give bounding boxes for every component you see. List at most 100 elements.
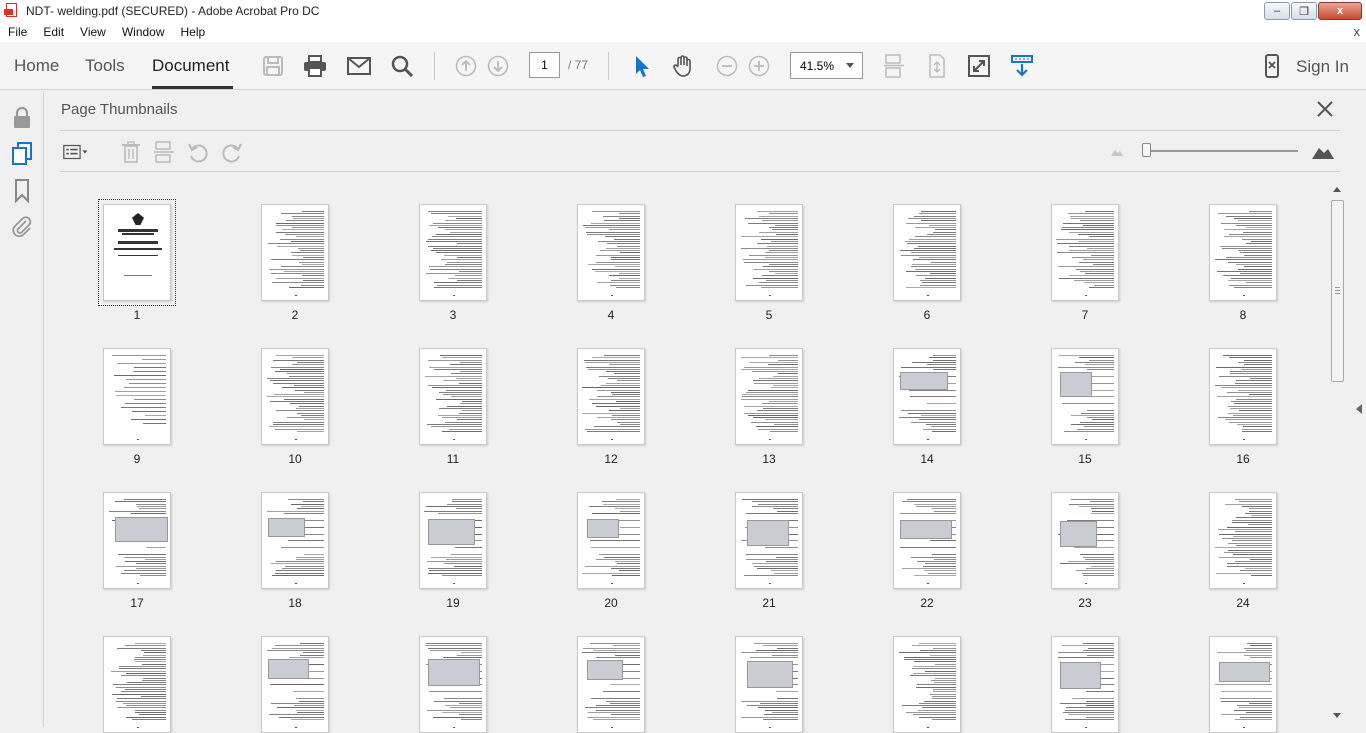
slider-handle[interactable]: [1142, 143, 1151, 157]
larger-thumbnails-icon[interactable]: [1310, 140, 1336, 164]
zoom-level-select[interactable]: 41.5%: [790, 52, 863, 79]
page-thumbnail[interactable]: [103, 636, 171, 733]
page-thumbnail[interactable]: [893, 492, 961, 589]
vertical-scrollbar[interactable]: [1329, 183, 1346, 727]
thumbnail-page-number: 3: [449, 308, 457, 322]
page-thumbnail[interactable]: [577, 204, 645, 301]
page-thumbnail[interactable]: [419, 204, 487, 301]
delete-page-icon[interactable]: [118, 140, 144, 164]
page-thumbnail[interactable]: [1051, 492, 1119, 589]
divider: [60, 130, 1340, 131]
page-thumbnail[interactable]: [577, 348, 645, 445]
scrollbar-thumb[interactable]: [1331, 200, 1344, 382]
fit-page-icon[interactable]: [925, 54, 949, 78]
toolbar-divider: [434, 52, 435, 80]
page-thumbnail[interactable]: [261, 348, 329, 445]
scroll-down-arrow-icon[interactable]: [1333, 713, 1341, 718]
next-page-icon[interactable]: [486, 54, 510, 78]
zoom-out-icon[interactable]: [715, 54, 739, 78]
chevron-down-icon: [846, 63, 854, 68]
page-thumbnail[interactable]: [893, 348, 961, 445]
sign-in-link[interactable]: Sign In: [1296, 57, 1349, 77]
rotate-clockwise-icon[interactable]: [219, 140, 245, 164]
page-thumbnail[interactable]: [1209, 204, 1277, 301]
tab-tools[interactable]: Tools: [85, 56, 125, 76]
page-thumbnail[interactable]: [1209, 348, 1277, 445]
figure-image: [115, 517, 168, 542]
thumbnail-page-number: 9: [133, 452, 141, 466]
insert-page-icon[interactable]: [151, 140, 177, 164]
tab-document[interactable]: Document: [152, 56, 229, 76]
page-thumbnail[interactable]: [893, 204, 961, 301]
tab-home[interactable]: Home: [14, 56, 59, 76]
page-thumbnail[interactable]: [261, 492, 329, 589]
menu-help[interactable]: Help: [173, 25, 214, 39]
thumbnail-page-number: 21: [762, 596, 776, 610]
page-thumbnail[interactable]: [577, 492, 645, 589]
menu-view[interactable]: View: [72, 25, 114, 39]
page-thumbnail[interactable]: [735, 348, 803, 445]
page-thumbnail[interactable]: [419, 348, 487, 445]
read-mode-download-icon[interactable]: [1010, 54, 1034, 78]
zoom-in-icon[interactable]: [747, 54, 771, 78]
page-thumbnail[interactable]: [735, 492, 803, 589]
smaller-thumbnails-icon[interactable]: [1104, 140, 1130, 164]
close-window-button[interactable]: x: [1318, 2, 1362, 20]
close-panel-icon[interactable]: [1315, 99, 1335, 119]
page-thumbnail[interactable]: [98, 199, 176, 306]
thumbnail-page-number: 15: [1078, 452, 1092, 466]
thumbnail-page-number: 11: [446, 452, 460, 466]
page-thumbnail[interactable]: [103, 492, 171, 589]
rotate-counterclockwise-icon[interactable]: [185, 140, 211, 164]
page-thumbnail[interactable]: [419, 636, 487, 733]
minimize-button[interactable]: –: [1264, 2, 1290, 20]
save-icon[interactable]: [261, 54, 285, 78]
page-thumbnail[interactable]: [261, 204, 329, 301]
scrolling-mode-icon[interactable]: [882, 54, 906, 78]
print-icon[interactable]: [303, 54, 327, 78]
page-thumbnail[interactable]: [261, 636, 329, 733]
thumbnail-options-menu[interactable]: [63, 140, 89, 164]
maximize-button[interactable]: ❐: [1291, 2, 1317, 20]
page-thumbnail[interactable]: [893, 636, 961, 733]
thumbnail-page-number: 1: [133, 308, 141, 322]
hand-tool-icon[interactable]: [671, 54, 695, 78]
full-screen-icon[interactable]: [967, 54, 991, 78]
page-thumbnail[interactable]: [1209, 492, 1277, 589]
page-thumbnail[interactable]: [1051, 348, 1119, 445]
page-thumbnail[interactable]: [1051, 204, 1119, 301]
page-thumbnail[interactable]: [1209, 636, 1277, 733]
bookmark-icon[interactable]: [10, 178, 34, 204]
select-tool-icon[interactable]: [630, 54, 654, 78]
lock-icon[interactable]: [10, 105, 34, 131]
attachment-icon[interactable]: [10, 213, 34, 239]
search-icon[interactable]: [390, 54, 414, 78]
figure-image: [747, 520, 789, 546]
menu-close-document-button[interactable]: x: [1354, 24, 1361, 39]
page-thumbnail[interactable]: [735, 636, 803, 733]
page-thumbnail[interactable]: [419, 492, 487, 589]
logo-mark: [132, 213, 144, 225]
scroll-up-arrow-icon[interactable]: [1333, 187, 1341, 192]
menu-window[interactable]: Window: [114, 25, 173, 39]
thumbnail-size-slider[interactable]: [1145, 150, 1298, 152]
page-number-input[interactable]: 1: [529, 52, 560, 78]
mobile-link-icon[interactable]: [1260, 54, 1284, 78]
page-thumbnails-icon[interactable]: [10, 141, 34, 167]
thumbnail-page-number: 5: [765, 308, 773, 322]
page-thumbnail[interactable]: [735, 204, 803, 301]
expand-right-pane-icon[interactable]: [1356, 404, 1362, 414]
previous-page-icon[interactable]: [454, 54, 478, 78]
page-thumbnail[interactable]: [1051, 636, 1119, 733]
page-thumbnail[interactable]: [577, 636, 645, 733]
menu-file[interactable]: File: [0, 25, 35, 39]
figure-image: [900, 520, 952, 539]
page-thumbnail[interactable]: [103, 348, 171, 445]
figure-image: [587, 660, 623, 680]
thumbnail-page-number: 4: [607, 308, 615, 322]
menu-edit[interactable]: Edit: [35, 25, 72, 39]
thumbnail-page-number: 10: [288, 452, 302, 466]
divider: [60, 171, 1340, 172]
email-icon[interactable]: [347, 54, 371, 78]
thumbnail-page-number: 20: [604, 596, 618, 610]
